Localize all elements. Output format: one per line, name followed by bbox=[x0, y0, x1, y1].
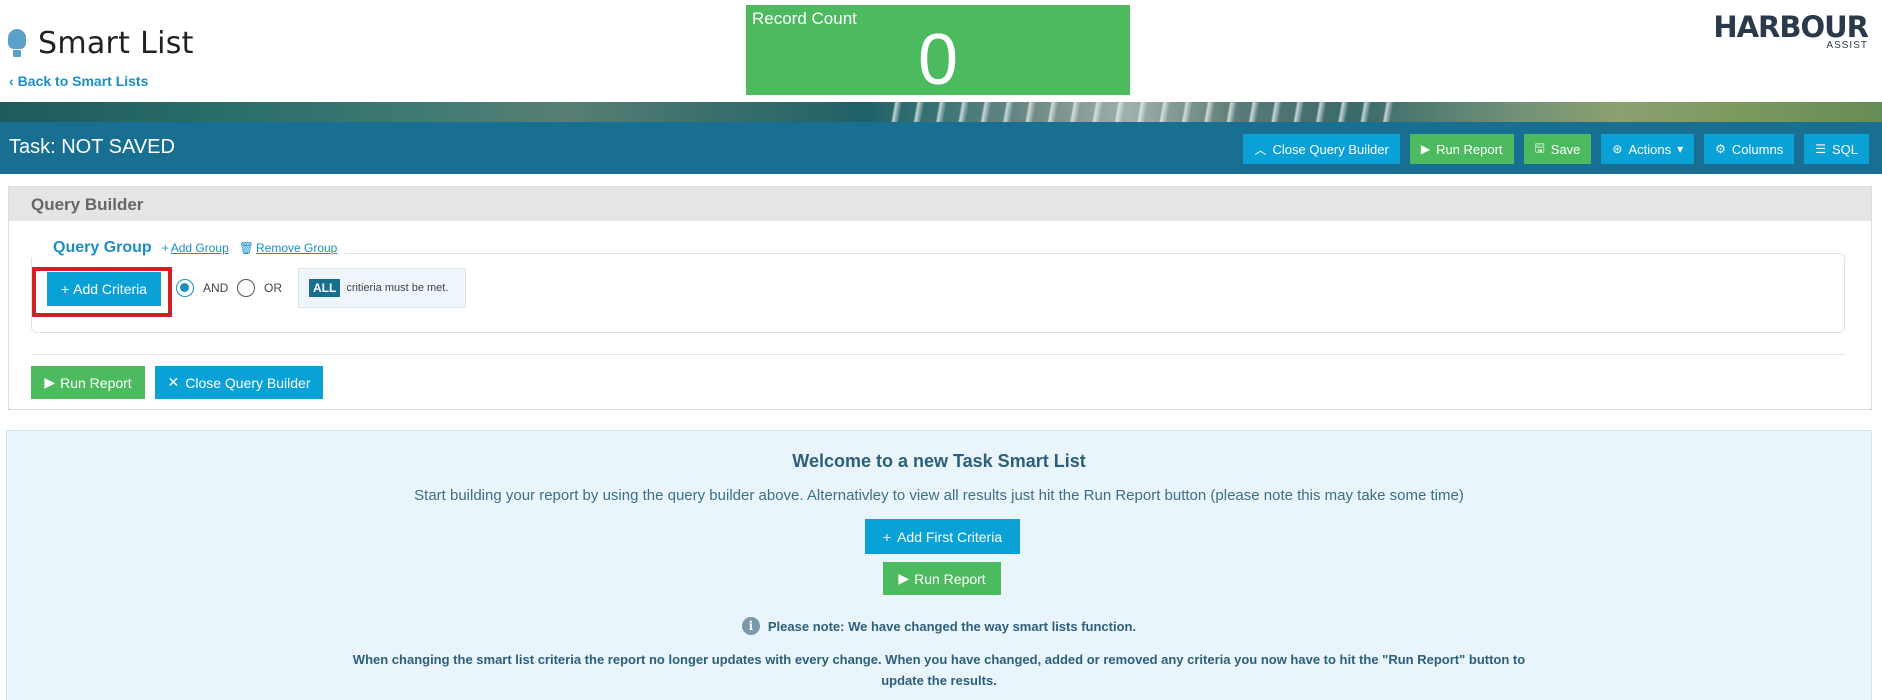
run-report-label: Run Report bbox=[1436, 141, 1503, 157]
play-icon: ▶ bbox=[1420, 142, 1431, 156]
page-title: Smart List bbox=[38, 26, 194, 61]
close-query-builder-bottom-button[interactable]: ✕ Close Query Builder bbox=[155, 366, 323, 399]
add-first-criteria-label: Add First Criteria bbox=[897, 528, 1003, 545]
columns-label: Columns bbox=[1731, 141, 1784, 157]
play-icon: ▶ bbox=[44, 374, 56, 390]
save-icon: 🖫 bbox=[1534, 140, 1545, 155]
close-icon: ✕ bbox=[167, 374, 180, 390]
close-query-builder-label: Close Query Builder bbox=[1272, 141, 1389, 157]
logo-text: HARBOUR bbox=[1713, 10, 1869, 44]
actions-icon: ⊛ bbox=[1612, 142, 1623, 156]
plus-icon: + bbox=[161, 241, 169, 255]
task-bar: Task: NOT SAVED ︿ Close Query Builder ▶ … bbox=[0, 122, 1882, 174]
record-count-panel: Record Count 0 bbox=[746, 5, 1130, 100]
remove-group-link[interactable]: 🗑 Remove Group bbox=[239, 241, 338, 255]
close-query-builder-button[interactable]: ︿ Close Query Builder bbox=[1243, 134, 1400, 164]
play-icon: ▶ bbox=[898, 570, 910, 586]
add-group-link[interactable]: + Add Group bbox=[162, 241, 229, 255]
back-link-label: Back to Smart Lists bbox=[17, 73, 149, 89]
or-radio[interactable] bbox=[237, 279, 255, 297]
info-icon: i bbox=[741, 617, 760, 635]
welcome-heading: Welcome to a new Task Smart List bbox=[792, 451, 1086, 471]
back-to-smart-lists-link[interactable]: ‹ Back to Smart Lists bbox=[9, 73, 148, 89]
toolbar-actions: ︿ Close Query Builder ▶ Run Report 🖫 Sav… bbox=[1243, 134, 1869, 164]
welcome-intro: Start building your report by using the … bbox=[414, 487, 1464, 504]
note-text: Please note: We have changed the way sma… bbox=[767, 618, 1137, 634]
query-group-title: Query Group bbox=[53, 239, 152, 256]
save-button[interactable]: 🖫 Save bbox=[1523, 134, 1592, 164]
sql-label: SQL bbox=[1831, 141, 1858, 157]
run-report-welcome-label: Run Report bbox=[914, 570, 986, 587]
query-builder-heading: Query Builder bbox=[9, 187, 1871, 221]
actions-dropdown-button[interactable]: ⊛ Actions ▾ bbox=[1601, 134, 1695, 164]
note-line: i Please note: We have changed the way s… bbox=[7, 617, 1871, 635]
actions-label: Actions bbox=[1628, 141, 1672, 157]
description-text: When changing the smart list criteria th… bbox=[352, 652, 1526, 688]
run-report-button[interactable]: ▶ Run Report bbox=[1409, 134, 1514, 164]
close-query-builder-bottom-label: Close Query Builder bbox=[185, 374, 311, 391]
or-radio-label: OR bbox=[264, 281, 282, 295]
all-badge[interactable]: ALL bbox=[309, 279, 341, 297]
run-report-bottom-label: Run Report bbox=[60, 374, 132, 391]
page-header: Smart List ‹ Back to Smart Lists Record … bbox=[0, 0, 1882, 102]
criteria-hint: ALL critieria must be met. bbox=[298, 268, 466, 308]
and-radio-label: AND bbox=[203, 281, 229, 295]
record-count-value: 0 bbox=[917, 20, 959, 100]
caret-down-icon: ▾ bbox=[1677, 142, 1684, 156]
database-icon: ☰ bbox=[1815, 142, 1826, 156]
plus-icon: + bbox=[60, 281, 70, 297]
divider bbox=[31, 354, 1845, 355]
chevron-left-icon: ‹ bbox=[9, 73, 14, 89]
add-criteria-label: Add Criteria bbox=[73, 281, 148, 297]
harbour-assist-logo: HARBOUR ASSIST bbox=[1713, 10, 1869, 51]
task-title: Task: NOT SAVED bbox=[9, 136, 175, 158]
query-group-legend: Query Group + Add Group 🗑 Remove Group bbox=[31, 239, 346, 257]
title-wrap: Smart List bbox=[8, 26, 194, 61]
add-criteria-button[interactable]: + Add Criteria bbox=[47, 272, 161, 306]
columns-button[interactable]: ⚙ Columns bbox=[1704, 134, 1795, 164]
save-label: Save bbox=[1550, 141, 1581, 157]
gear-icon: ⚙ bbox=[1715, 142, 1726, 156]
chevron-up-icon: ︿ bbox=[1254, 142, 1267, 157]
lightbulb-icon bbox=[8, 28, 26, 59]
add-group-label: Add Group bbox=[170, 241, 229, 255]
remove-group-label: Remove Group bbox=[255, 241, 338, 255]
aerial-banner-image bbox=[0, 102, 1882, 122]
run-report-welcome-button[interactable]: ▶ Run Report bbox=[883, 562, 1001, 595]
sql-button[interactable]: ☰ SQL bbox=[1804, 134, 1869, 164]
plus-icon: + bbox=[882, 528, 892, 545]
welcome-panel: Welcome to a new Task Smart List Start b… bbox=[6, 430, 1872, 700]
trash-icon: 🗑 bbox=[238, 241, 254, 255]
and-radio[interactable] bbox=[176, 279, 194, 297]
criteria-hint-text: critieria must be met. bbox=[346, 282, 449, 294]
run-report-bottom-button[interactable]: ▶ Run Report bbox=[31, 366, 145, 399]
add-first-criteria-button[interactable]: + Add First Criteria bbox=[865, 519, 1020, 554]
